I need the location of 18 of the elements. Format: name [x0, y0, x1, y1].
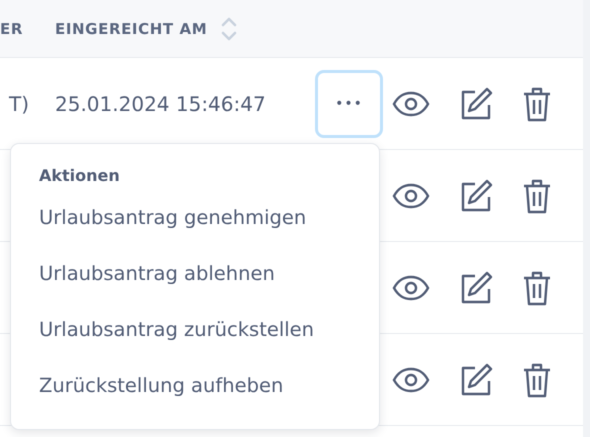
menu-item[interactable]: Urlaubsantrag zurückstellen [39, 316, 314, 372]
trash-icon[interactable] [522, 270, 552, 306]
column-header[interactable]: EINGEREICHT AM [55, 20, 208, 38]
menu-item[interactable]: Urlaubsantrag ablehnen [39, 260, 275, 316]
menu-item[interactable]: Urlaubsantrag genehmigen [39, 204, 306, 260]
menu-item[interactable]: Zurückstellung aufheben [39, 372, 284, 428]
trash-icon[interactable] [522, 178, 552, 214]
date-cell-text: 25.01.2024 15:46:47 [55, 92, 267, 116]
eye-icon[interactable] [392, 366, 430, 392]
eye-icon[interactable] [392, 182, 430, 208]
eye-icon[interactable] [392, 274, 430, 300]
menu-header: Aktionen [39, 166, 120, 185]
trash-icon[interactable] [522, 86, 552, 122]
trash-icon[interactable] [522, 362, 552, 398]
more-button[interactable]: ••• [315, 70, 383, 138]
column-header: ER [0, 20, 23, 38]
eye-icon[interactable] [392, 90, 430, 116]
table-cell-text: T) [8, 92, 30, 116]
